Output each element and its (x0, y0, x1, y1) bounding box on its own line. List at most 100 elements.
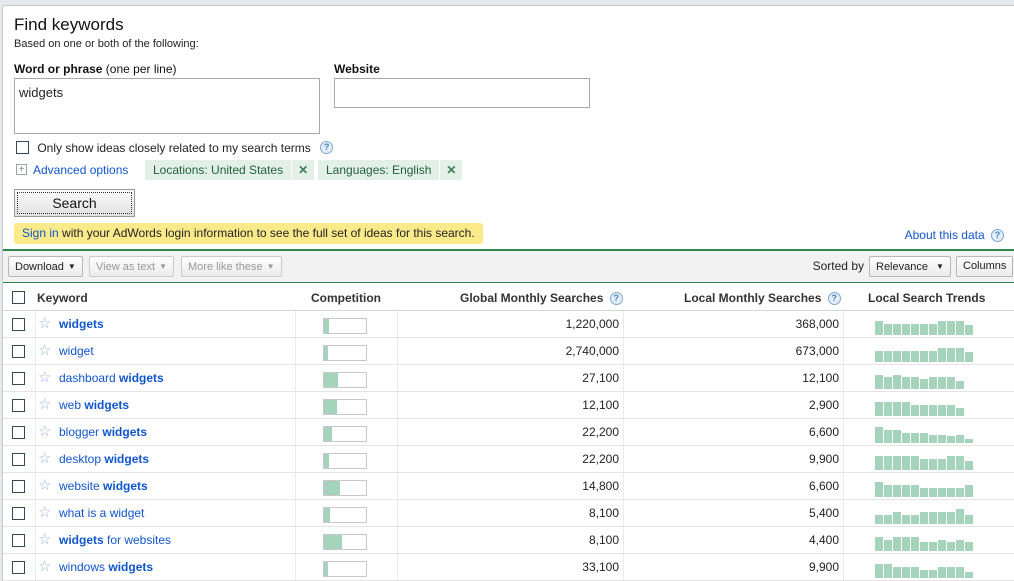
trend-bar (938, 512, 946, 524)
row-checkbox[interactable] (12, 372, 25, 385)
table-row: ☆ website widgets 14,800 6,600 (3, 473, 1014, 500)
row-checkbox[interactable] (12, 480, 25, 493)
keyword-link[interactable]: widgets for websites (59, 527, 171, 553)
keyword-link[interactable]: widget (59, 338, 94, 364)
keyword-link[interactable]: windows widgets (59, 554, 153, 580)
competition-bar-fill (324, 454, 330, 468)
trend-bar (884, 456, 892, 470)
trend-bar (911, 405, 919, 416)
sign-in-notice-text: with your AdWords login information to s… (58, 226, 475, 240)
keyword-link[interactable]: widgets (59, 311, 104, 337)
table-row: ☆ widgets for websites 8,100 4,400 (3, 527, 1014, 554)
competition-bar (323, 345, 367, 361)
website-input[interactable] (334, 78, 590, 108)
global-monthly-searches: 14,800 (582, 479, 619, 493)
trend-bar (965, 352, 973, 362)
table-row: ☆ desktop widgets 22,200 9,900 (3, 446, 1014, 473)
star-icon[interactable]: ☆ (38, 338, 51, 364)
columns-button[interactable]: Columns (956, 256, 1014, 277)
star-icon[interactable]: ☆ (38, 500, 51, 526)
star-icon[interactable]: ☆ (38, 446, 51, 472)
star-icon[interactable]: ☆ (38, 473, 51, 499)
row-checkbox[interactable] (12, 345, 25, 358)
column-global-monthly-searches[interactable]: Global Monthly Searches ? (460, 285, 623, 311)
trend-bar (920, 324, 928, 335)
trend-bar (956, 509, 964, 524)
trend-bar (911, 433, 919, 443)
column-separator (35, 365, 36, 391)
star-icon[interactable]: ☆ (38, 419, 51, 445)
keyword-table-body: ☆ widgets 1,220,000 368,000 ☆ widget 2,740,000… (3, 311, 1014, 581)
row-checkbox[interactable] (12, 426, 25, 439)
keyword-link[interactable]: blogger widgets (59, 419, 147, 445)
row-checkbox[interactable] (12, 534, 25, 547)
keyword-match: widgets (104, 452, 150, 466)
help-icon[interactable]: ? (609, 292, 623, 306)
trend-bar (902, 485, 910, 497)
trend-bar (929, 405, 937, 416)
keyword-link[interactable]: web widgets (59, 392, 129, 418)
column-local-search-trends[interactable]: Local Search Trends (868, 285, 985, 311)
trend-bar (911, 351, 919, 362)
row-checkbox[interactable] (12, 453, 25, 466)
keyword-link[interactable]: website widgets (59, 473, 148, 499)
star-icon[interactable]: ☆ (38, 527, 51, 553)
keyword-text: blogger (59, 425, 103, 439)
sign-in-link[interactable]: Sign in (22, 226, 59, 240)
competition-bar-fill (324, 400, 337, 414)
help-icon[interactable]: ? (991, 229, 1004, 243)
column-separator (623, 446, 624, 472)
download-button[interactable]: Download ▼ (8, 256, 83, 277)
column-local-monthly-searches[interactable]: Local Monthly Searches ? (684, 285, 841, 311)
page-subtitle: Based on one or both of the following: (14, 38, 199, 50)
advanced-options-link[interactable]: Advanced options (33, 163, 128, 177)
row-checkbox[interactable] (12, 318, 25, 331)
about-this-data-link[interactable]: About this data (905, 228, 985, 242)
trend-bar (938, 540, 946, 551)
remove-locations-icon[interactable]: ✕ (291, 160, 314, 180)
star-icon[interactable]: ☆ (38, 365, 51, 391)
column-separator (397, 527, 398, 553)
column-competition[interactable]: Competition (311, 285, 381, 311)
dropdown-arrow-icon: ▼ (67, 262, 76, 271)
more-like-these-button[interactable]: More like these ▼ (181, 256, 282, 277)
column-separator (397, 554, 398, 580)
trend-bar (893, 375, 901, 389)
star-icon[interactable]: ☆ (38, 311, 51, 337)
trend-bar (938, 435, 946, 443)
divider (3, 282, 1014, 283)
star-icon[interactable]: ☆ (38, 554, 51, 580)
trend-bar (929, 324, 937, 335)
page-title: Find keywords (14, 15, 124, 34)
view-as-text-button[interactable]: View as text ▼ (89, 256, 175, 277)
word-phrase-input[interactable]: widgets (14, 78, 320, 134)
select-all-checkbox[interactable] (12, 291, 25, 304)
star-icon[interactable]: ☆ (38, 392, 51, 418)
competition-bar-fill (324, 508, 331, 522)
help-icon[interactable]: ? (320, 141, 334, 155)
trend-bar (884, 402, 892, 416)
row-checkbox[interactable] (12, 507, 25, 520)
advanced-options-toggle[interactable]: + Advanced options (16, 162, 128, 177)
trend-bar (911, 515, 919, 524)
keyword-link[interactable]: what is a widget (59, 500, 144, 526)
column-separator (843, 311, 844, 337)
closely-related-checkbox[interactable] (16, 141, 29, 155)
row-checkbox[interactable] (12, 399, 25, 412)
column-separator (35, 311, 36, 337)
competition-bar (323, 318, 367, 334)
remove-languages-icon[interactable]: ✕ (439, 160, 462, 180)
column-separator (843, 392, 844, 418)
table-header: Keyword Competition Global Monthly Searc… (3, 285, 1014, 311)
keyword-link[interactable]: dashboard widgets (59, 365, 164, 391)
trend-bar (875, 456, 883, 470)
trend-bar (893, 324, 901, 335)
column-keyword[interactable]: Keyword (37, 285, 88, 311)
keyword-link[interactable]: desktop widgets (59, 446, 149, 472)
column-separator (623, 365, 624, 391)
sort-select[interactable]: Relevance ▼ (869, 256, 951, 277)
row-checkbox[interactable] (12, 561, 25, 574)
search-button[interactable]: Search (14, 189, 135, 217)
help-icon[interactable]: ? (827, 292, 841, 306)
competition-bar (323, 507, 367, 523)
